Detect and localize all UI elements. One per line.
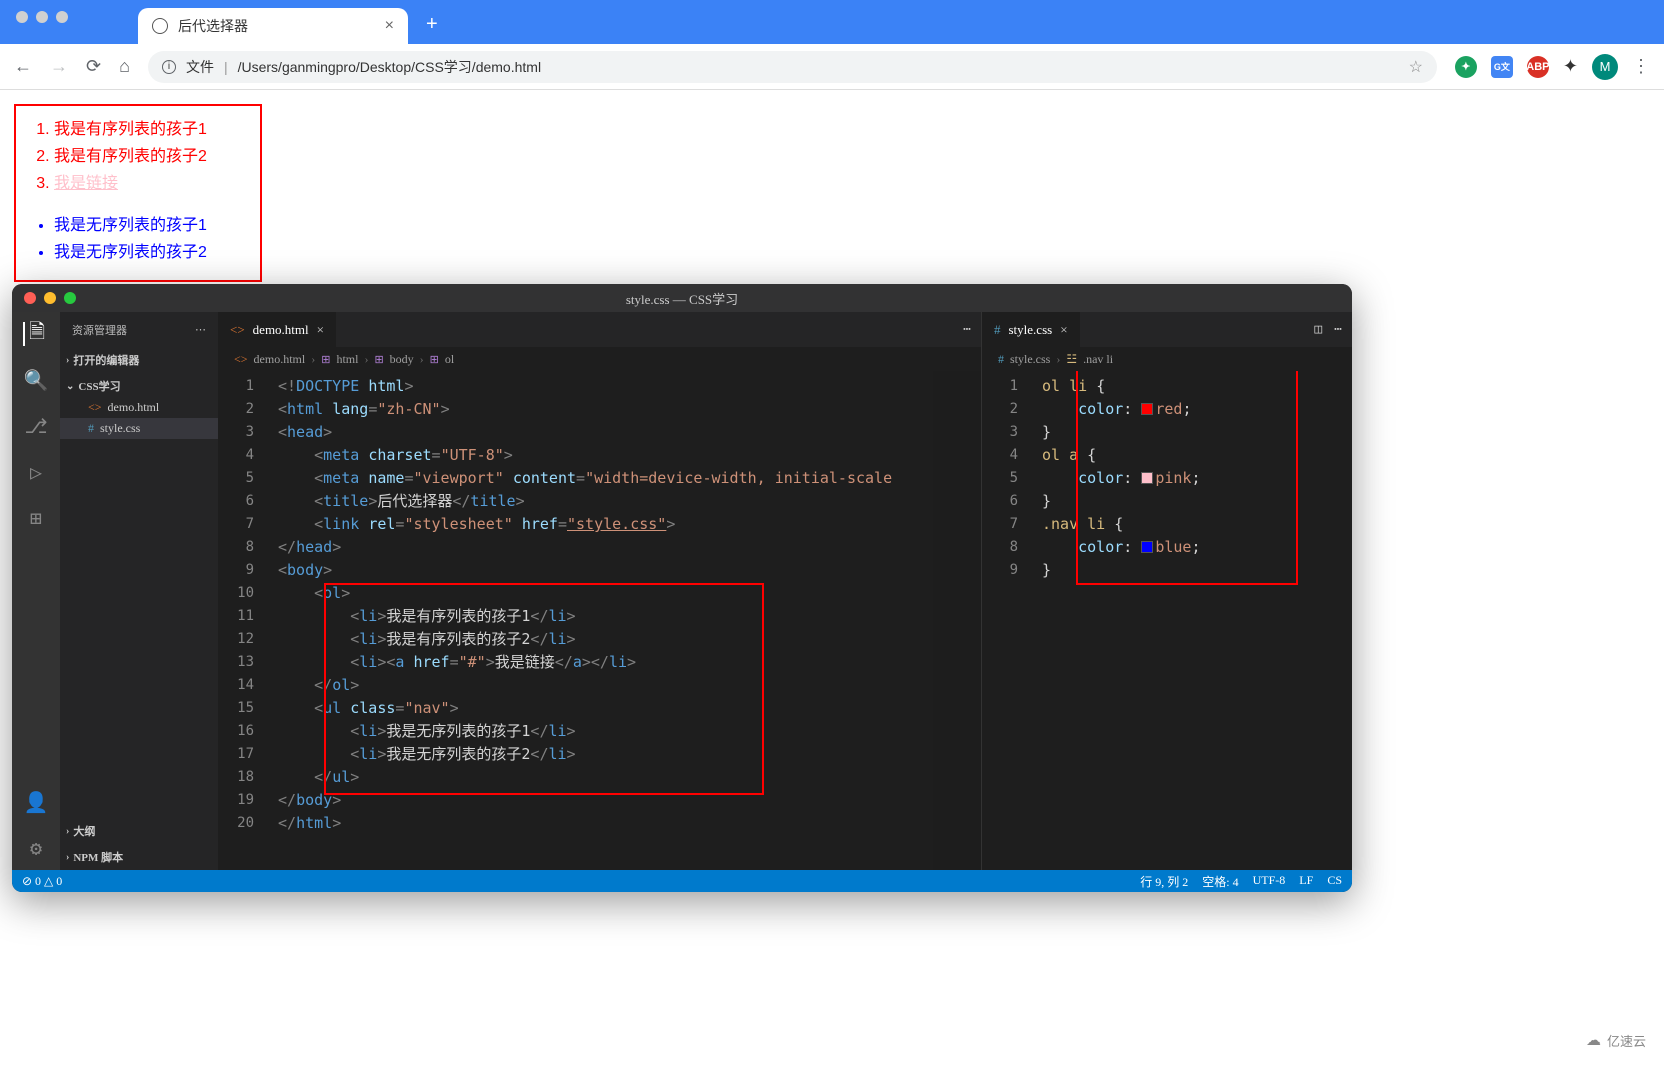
status-problems[interactable]: ⊘ 0 △ 0 (22, 874, 62, 889)
demo-link[interactable]: 我是链接 (54, 175, 118, 192)
extensions-area: ✦ G文 ABP ✦ M ⋮ (1455, 54, 1650, 80)
close-icon[interactable]: × (1060, 322, 1067, 338)
outline-header[interactable]: ›大纲 (60, 820, 218, 842)
address-bar[interactable]: i 文件 | /Users/ganmingpro/Desktop/CSS学习/d… (148, 51, 1437, 83)
window-traffic-lights (16, 11, 68, 23)
browser-tab[interactable]: 后代选择器 × (138, 8, 408, 44)
minimap[interactable] (933, 371, 981, 870)
list-item: 我是无序列表的孩子1 (54, 212, 244, 239)
forward-button[interactable]: → (50, 56, 68, 77)
url-path: /Users/ganmingpro/Desktop/CSS学习/demo.htm… (238, 57, 541, 77)
explorer-sidebar: 资源管理器 ⋯ ›打开的编辑器 ⌄CSS学习 <>demo.html #styl… (60, 312, 218, 870)
more-icon[interactable]: ⋯ (963, 322, 971, 337)
unordered-list: 我是无序列表的孩子1 我是无序列表的孩子2 (32, 212, 244, 266)
activity-bar: 🗎 🔍 ⎇ ▷ ⊞ 👤 ⚙ (12, 312, 60, 870)
more-icon[interactable]: ⋯ (195, 323, 206, 336)
extensions-icon[interactable]: ⊞ (24, 506, 48, 530)
vscode-titlebar[interactable]: style.css — CSS学习 (12, 284, 1352, 312)
ordered-list: 我是有序列表的孩子1 我是有序列表的孩子2 我是链接 (32, 116, 244, 198)
open-editors-header[interactable]: ›打开的编辑器 (60, 349, 218, 371)
account-icon[interactable]: 👤 (24, 790, 48, 814)
status-spaces[interactable]: 空格: 4 (1202, 873, 1238, 890)
editor-group-right: # style.css × ◫ ⋯ # style.css› ☳.nav li … (982, 312, 1352, 870)
traffic-close[interactable] (24, 292, 36, 304)
list-item: 我是有序列表的孩子1 (54, 116, 244, 143)
css-file-icon: # (994, 322, 1001, 338)
list-item: 我是无序列表的孩子2 (54, 239, 244, 266)
webpage-content: 我是有序列表的孩子1 我是有序列表的孩子2 我是链接 我是无序列表的孩子1 我是… (0, 90, 1664, 296)
split-icon[interactable]: ◫ (1314, 322, 1322, 337)
traffic-max[interactable] (64, 292, 76, 304)
more-icon[interactable]: ⋯ (1334, 322, 1342, 337)
css-file-icon: # (998, 352, 1004, 367)
debug-icon[interactable]: ▷ (24, 460, 48, 484)
translate-icon[interactable]: G文 (1491, 56, 1513, 78)
status-position[interactable]: 行 9, 列 2 (1140, 873, 1188, 890)
window-title: style.css — CSS学习 (626, 289, 738, 308)
extensions-menu-icon[interactable]: ✦ (1563, 56, 1578, 77)
vscode-window: style.css — CSS学习 🗎 🔍 ⎇ ▷ ⊞ 👤 ⚙ 资源管理器 ⋯ … (12, 284, 1352, 892)
extension-icon[interactable]: ✦ (1455, 56, 1477, 78)
source-control-icon[interactable]: ⎇ (24, 414, 48, 438)
code-editor-right[interactable]: 123456789 ol li { color: red;}ol a { col… (982, 371, 1352, 870)
adblock-icon[interactable]: ABP (1527, 56, 1549, 78)
demo-output-box: 我是有序列表的孩子1 我是有序列表的孩子2 我是链接 我是无序列表的孩子1 我是… (14, 104, 262, 282)
file-item-style[interactable]: #style.css (60, 418, 218, 439)
workspace-header[interactable]: ⌄CSS学习 (60, 375, 218, 397)
status-encoding[interactable]: UTF-8 (1253, 873, 1286, 890)
status-eol[interactable]: LF (1299, 873, 1313, 890)
status-bar: ⊘ 0 △ 0 行 9, 列 2 空格: 4 UTF-8 LF CS (12, 870, 1352, 892)
new-tab-button[interactable]: + (408, 13, 456, 36)
list-item: 我是有序列表的孩子2 (54, 143, 244, 170)
bookmark-icon[interactable]: ☆ (1409, 57, 1423, 77)
settings-icon[interactable]: ⚙ (24, 836, 48, 860)
editor-tab-style[interactable]: # style.css × (982, 312, 1081, 347)
globe-icon (152, 18, 168, 34)
breadcrumb-left[interactable]: <> demo.html› ⊞html› ⊞body› ⊞ol (218, 347, 981, 371)
profile-avatar[interactable]: M (1592, 54, 1618, 80)
back-button[interactable]: ← (14, 56, 32, 77)
editor-tab-demo[interactable]: <> demo.html × (218, 312, 337, 347)
explorer-title: 资源管理器 (72, 322, 127, 338)
close-icon[interactable]: × (317, 322, 324, 338)
traffic-close[interactable] (16, 11, 28, 23)
search-icon[interactable]: 🔍 (24, 368, 48, 392)
reload-button[interactable]: ⟳ (86, 56, 101, 77)
html-file-icon: <> (230, 322, 245, 338)
browser-tab-strip: 后代选择器 × + (0, 0, 1664, 44)
explorer-icon[interactable]: 🗎 (23, 322, 47, 346)
list-item: 我是链接 (54, 170, 244, 197)
info-icon[interactable]: i (162, 60, 176, 74)
tab-title: 后代选择器 (178, 16, 248, 36)
breadcrumb-right[interactable]: # style.css› ☳.nav li (982, 347, 1352, 371)
html-file-icon: <> (234, 352, 248, 367)
code-editor-left[interactable]: 1234567891011121314151617181920 <!DOCTYP… (218, 371, 981, 870)
editor-group-left: <> demo.html × ⋯ <> demo.html› ⊞html› ⊞b… (218, 312, 982, 870)
npm-header[interactable]: ›NPM 脚本 (60, 846, 218, 868)
home-button[interactable]: ⌂ (119, 56, 130, 77)
browser-toolbar: ← → ⟳ ⌂ i 文件 | /Users/ganmingpro/Desktop… (0, 44, 1664, 90)
url-scheme: 文件 (186, 57, 214, 77)
traffic-min[interactable] (36, 11, 48, 23)
cloud-icon: ☁ (1586, 1031, 1601, 1050)
traffic-max[interactable] (56, 11, 68, 23)
file-item-demo[interactable]: <>demo.html (60, 397, 218, 418)
traffic-min[interactable] (44, 292, 56, 304)
browser-menu-icon[interactable]: ⋮ (1632, 56, 1650, 77)
close-icon[interactable]: × (385, 17, 394, 35)
status-lang[interactable]: CS (1327, 873, 1342, 890)
watermark: ☁ 亿速云 (1574, 1027, 1658, 1054)
